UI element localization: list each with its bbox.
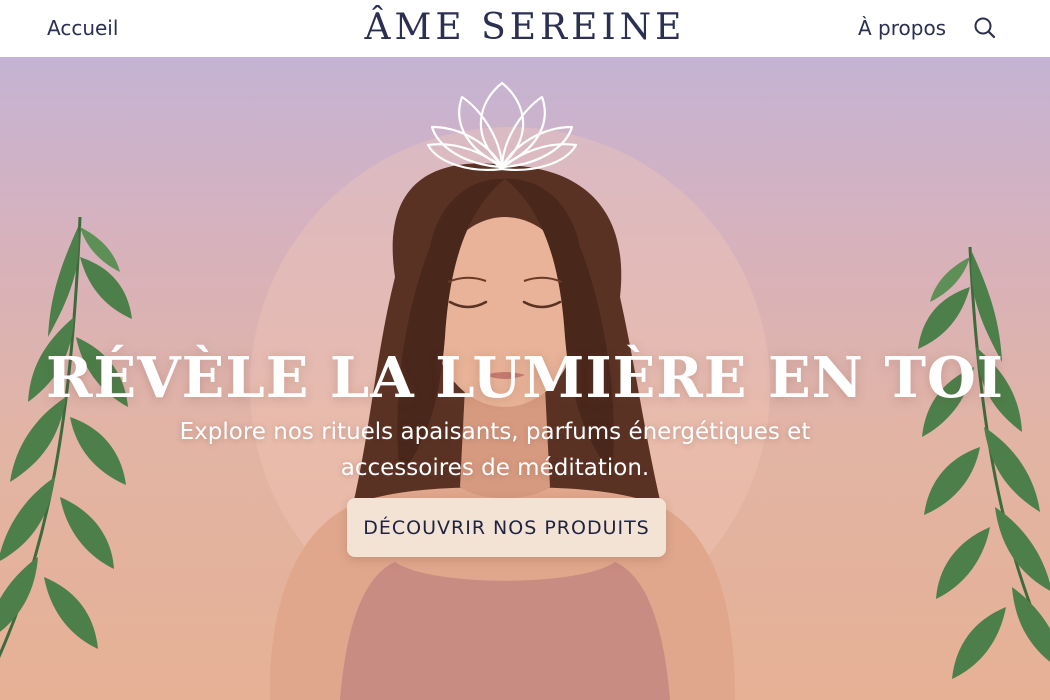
leaf-branch-left [0, 216, 132, 658]
nav-link-home[interactable]: Accueil [47, 16, 118, 40]
nav-link-about[interactable]: À propos [858, 16, 946, 40]
discover-products-button[interactable]: DÉCOUVRIR NOS PRODUITS [347, 498, 666, 557]
leaf-branch-right [918, 246, 1050, 679]
top-navigation-bar: Accueil ÂME SEREINE À propos [0, 0, 1050, 57]
search-button[interactable] [970, 14, 1000, 42]
hero-banner: RÉVÈLE LA LUMIÈRE EN TOI Explore nos rit… [0, 57, 1050, 700]
hero-subtitle: Explore nos rituels apaisants, parfums é… [179, 419, 811, 481]
search-icon [974, 17, 996, 39]
hero-headline: RÉVÈLE LA LUMIÈRE EN TOI [46, 344, 1004, 411]
